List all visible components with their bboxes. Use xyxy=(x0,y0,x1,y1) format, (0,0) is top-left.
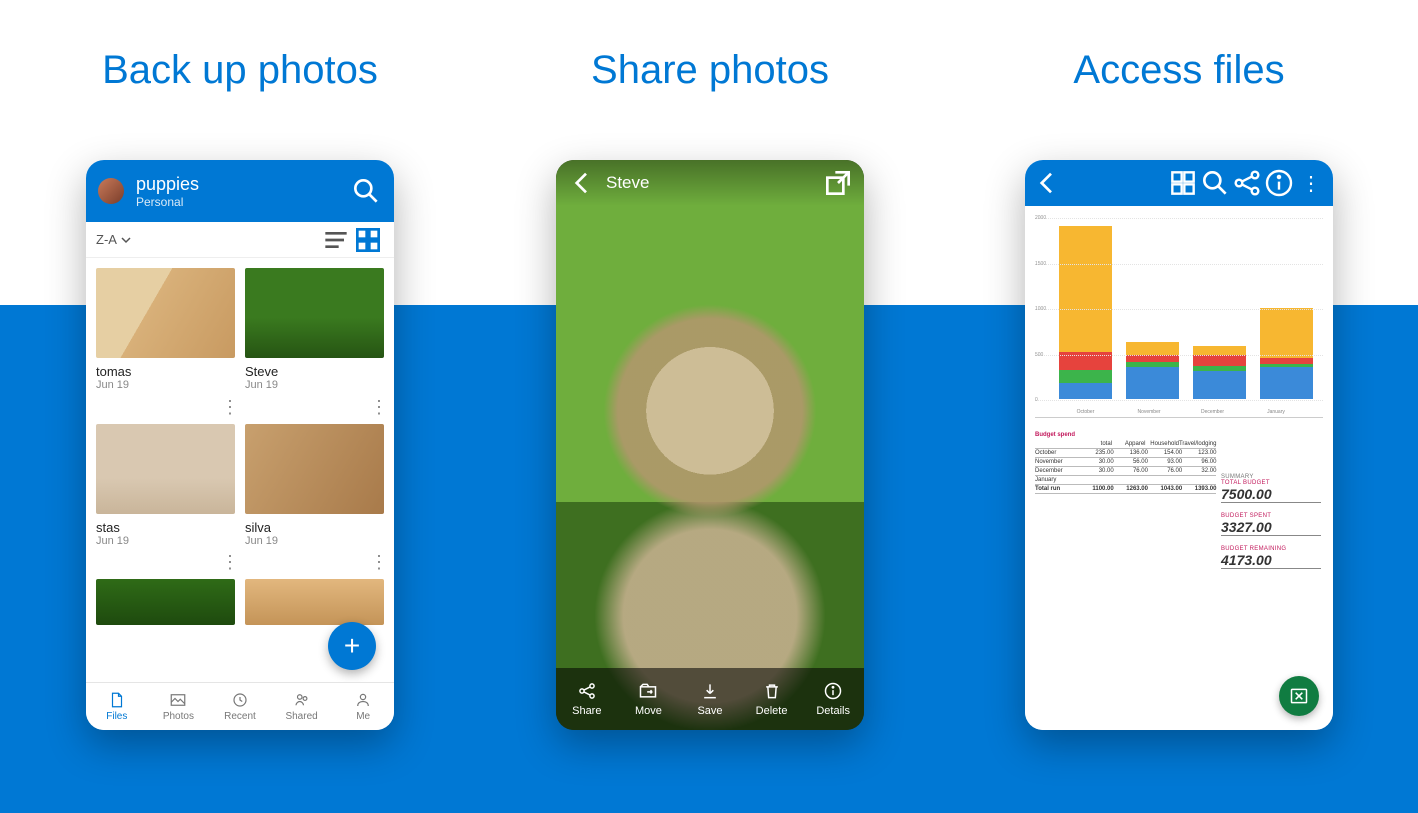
tab-recent[interactable]: Recent xyxy=(209,683,271,730)
tab-label: Shared xyxy=(285,711,317,722)
file-name: silva xyxy=(245,520,384,535)
thumbnail xyxy=(245,424,384,514)
folder-title: puppies xyxy=(136,174,350,195)
more-icon[interactable]: ⋮ xyxy=(221,559,239,565)
file-name: stas xyxy=(96,520,235,535)
tab-shared[interactable]: Shared xyxy=(271,683,333,730)
action-label: Share xyxy=(572,705,601,717)
open-external-icon[interactable] xyxy=(822,167,854,199)
thumbnail xyxy=(96,268,235,358)
files-toolbar: Z-A xyxy=(86,222,394,258)
tab-label: Recent xyxy=(224,711,256,722)
budget-table: Budget spend totalApparelHouseholdTravel… xyxy=(1035,432,1216,494)
phone-files: puppies Personal Z-A tomas xyxy=(86,160,394,730)
tab-me[interactable]: Me xyxy=(332,683,394,730)
layout-icon[interactable] xyxy=(1167,167,1199,199)
chart-bar xyxy=(1059,226,1112,399)
action-delete[interactable]: Delete xyxy=(741,668,803,730)
file-grid: tomas Jun 19 ⋮ Steve Jun 19 ⋮ stas Jun 1… xyxy=(86,258,394,648)
action-save[interactable]: Save xyxy=(679,668,741,730)
summary-remaining-value: 4173.00 xyxy=(1221,552,1321,569)
more-icon[interactable]: ⋮ xyxy=(370,404,388,410)
action-label: Delete xyxy=(756,705,788,717)
action-label: Save xyxy=(697,705,722,717)
action-details[interactable]: Details xyxy=(802,668,864,730)
panel-title-access: Access files xyxy=(940,48,1418,93)
files-header: puppies Personal xyxy=(86,160,394,222)
tab-files[interactable]: Files xyxy=(86,683,148,730)
doc-header: ⋮ xyxy=(1025,160,1333,206)
doc-body: 0500100015002000OctoberNovemberDecemberJ… xyxy=(1025,206,1333,730)
tab-label: Files xyxy=(106,711,127,722)
phone-viewer: Steve Share Move Save Delete xyxy=(556,160,864,730)
action-move[interactable]: Move xyxy=(618,668,680,730)
table-title: Budget spend xyxy=(1035,432,1216,438)
file-name: tomas xyxy=(96,364,235,379)
thumbnail xyxy=(96,424,235,514)
file-card[interactable]: tomas Jun 19 ⋮ xyxy=(96,268,235,414)
list-view-icon[interactable] xyxy=(320,224,352,256)
file-card[interactable]: Steve Jun 19 ⋮ xyxy=(245,268,384,414)
more-icon[interactable]: ⋮ xyxy=(370,559,388,565)
chart-bar xyxy=(1126,342,1179,399)
share-icon[interactable] xyxy=(1231,167,1263,199)
more-icon[interactable]: ⋮ xyxy=(1295,167,1327,199)
file-card[interactable]: stas Jun 19 ⋮ xyxy=(96,424,235,570)
search-icon[interactable] xyxy=(350,175,382,207)
tab-label: Photos xyxy=(163,711,194,722)
viewer-topbar: Steve xyxy=(556,160,864,206)
budget-summary: SUMMARY TOTAL BUDGET 7500.00 BUDGET SPEN… xyxy=(1221,474,1321,579)
grid-view-icon[interactable] xyxy=(352,224,384,256)
summary-spent-value: 3327.00 xyxy=(1221,519,1321,536)
thumbnail xyxy=(96,579,235,625)
sort-dropdown[interactable]: Z-A xyxy=(96,232,131,247)
tab-label: Me xyxy=(356,711,370,722)
file-card[interactable] xyxy=(96,579,235,648)
tab-photos[interactable]: Photos xyxy=(148,683,210,730)
file-date: Jun 19 xyxy=(245,379,384,391)
thumbnail xyxy=(245,579,384,625)
back-icon[interactable] xyxy=(566,167,598,199)
action-label: Details xyxy=(816,705,850,717)
file-name: Steve xyxy=(245,364,384,379)
action-share[interactable]: Share xyxy=(556,668,618,730)
panel-title-share: Share photos xyxy=(480,48,940,93)
action-label: Move xyxy=(635,705,662,717)
photo[interactable] xyxy=(556,160,864,730)
info-icon[interactable] xyxy=(1263,167,1295,199)
more-icon[interactable]: ⋮ xyxy=(221,404,239,410)
avatar[interactable] xyxy=(98,178,124,204)
account-label: Personal xyxy=(136,195,350,209)
bottom-tabbar: Files Photos Recent Shared Me xyxy=(86,682,394,730)
viewer-actionbar: Share Move Save Delete Details xyxy=(556,668,864,730)
thumbnail xyxy=(245,268,384,358)
file-date: Jun 19 xyxy=(96,379,235,391)
phone-document: ⋮ 0500100015002000OctoberNovemberDecembe… xyxy=(1025,160,1333,730)
sort-label: Z-A xyxy=(96,232,117,247)
search-icon[interactable] xyxy=(1199,167,1231,199)
file-card[interactable]: silva Jun 19 ⋮ xyxy=(245,424,384,570)
file-date: Jun 19 xyxy=(245,535,384,547)
budget-chart: 0500100015002000OctoberNovemberDecemberJ… xyxy=(1035,218,1323,418)
excel-fab[interactable] xyxy=(1279,676,1319,716)
summary-total-value: 7500.00 xyxy=(1221,486,1321,503)
add-fab[interactable]: + xyxy=(328,622,376,670)
back-icon[interactable] xyxy=(1031,167,1063,199)
panel-title-backup: Back up photos xyxy=(0,48,480,93)
photo-title: Steve xyxy=(606,173,822,193)
file-date: Jun 19 xyxy=(96,535,235,547)
